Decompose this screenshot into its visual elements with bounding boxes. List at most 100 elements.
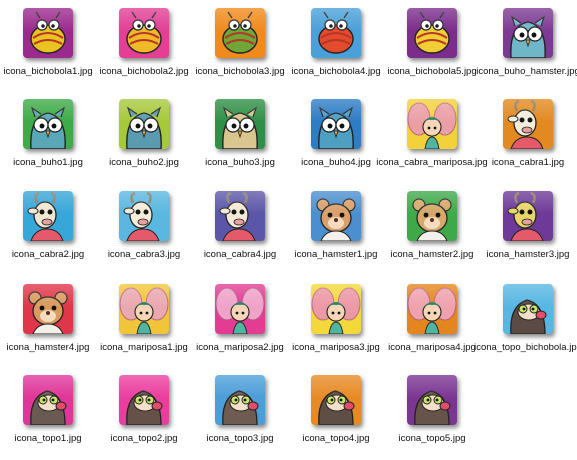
file-thumbnail[interactable] — [311, 284, 361, 334]
owl-thumbnail-icon — [23, 99, 73, 149]
file-thumbnail[interactable] — [119, 191, 169, 241]
mole-thumbnail-icon — [23, 375, 73, 425]
file-thumbnail[interactable] — [407, 191, 457, 241]
file-name-label[interactable]: icona_topo_bichobola.jpg — [474, 342, 577, 353]
file-thumbnail[interactable] — [503, 191, 553, 241]
file-item[interactable]: icona_cabra4.jpg — [192, 183, 288, 273]
file-item[interactable]: icona_cabra3.jpg — [96, 183, 192, 273]
file-name-label[interactable]: icona_bichobola1.jpg — [3, 66, 92, 77]
file-name-label[interactable]: icona_hamster1.jpg — [295, 249, 378, 260]
file-thumbnail[interactable] — [407, 8, 457, 58]
file-item[interactable]: icona_bichobola2.jpg — [96, 0, 192, 90]
file-item[interactable]: icona_topo4.jpg — [288, 367, 384, 457]
mole-bug-thumbnail-icon — [503, 284, 553, 334]
butterfly-fairy-thumbnail-icon — [311, 284, 361, 334]
file-thumbnail[interactable] — [503, 284, 553, 334]
file-thumbnail[interactable] — [23, 8, 73, 58]
owl-hamster-thumbnail-icon — [503, 8, 553, 58]
file-item[interactable]: icona_mariposa4.jpg — [384, 276, 480, 366]
file-item[interactable]: icona_hamster3.jpg — [480, 183, 576, 273]
file-item[interactable]: icona_topo1.jpg — [0, 367, 96, 457]
owl-thumbnail-icon — [311, 99, 361, 149]
butterfly-fairy-thumbnail-icon — [119, 284, 169, 334]
file-name-label[interactable]: icona_bichobola4.jpg — [291, 66, 380, 77]
file-item[interactable]: icona_mariposa2.jpg — [192, 276, 288, 366]
file-name-label[interactable]: icona_mariposa3.jpg — [292, 342, 380, 353]
file-item[interactable]: icona_buho1.jpg — [0, 91, 96, 181]
file-thumbnail[interactable] — [23, 99, 73, 149]
file-thumbnail[interactable] — [311, 375, 361, 425]
mole-thumbnail-icon — [119, 375, 169, 425]
file-thumbnail[interactable] — [215, 284, 265, 334]
file-icon-grid: icona_bichobola1.jpg icona_bichobola2.jp… — [0, 0, 577, 460]
file-name-label[interactable]: icona_cabra2.jpg — [12, 249, 84, 260]
file-item[interactable]: icona_buho_hamster.jpg — [476, 0, 577, 90]
file-item[interactable]: icona_buho4.jpg — [288, 91, 384, 181]
file-thumbnail[interactable] — [503, 8, 553, 58]
file-name-label[interactable]: icona_cabra1.jpg — [492, 157, 564, 168]
file-thumbnail[interactable] — [215, 8, 265, 58]
file-item[interactable]: icona_mariposa3.jpg — [288, 276, 384, 366]
file-thumbnail[interactable] — [119, 375, 169, 425]
file-name-label[interactable]: icona_buho_hamster.jpg — [476, 66, 577, 77]
file-name-label[interactable]: icona_cabra3.jpg — [108, 249, 180, 260]
file-thumbnail[interactable] — [407, 284, 457, 334]
file-thumbnail[interactable] — [311, 8, 361, 58]
file-item[interactable]: icona_bichobola4.jpg — [288, 0, 384, 90]
file-thumbnail[interactable] — [503, 99, 553, 149]
file-item[interactable]: icona_topo5.jpg — [384, 367, 480, 457]
file-name-label[interactable]: icona_mariposa4.jpg — [388, 342, 476, 353]
file-name-label[interactable]: icona_topo2.jpg — [110, 433, 177, 444]
file-thumbnail[interactable] — [23, 284, 73, 334]
file-item[interactable]: icona_cabra1.jpg — [480, 91, 576, 181]
file-name-label[interactable]: icona_buho3.jpg — [205, 157, 275, 168]
file-thumbnail[interactable] — [23, 375, 73, 425]
file-name-label[interactable]: icona_mariposa1.jpg — [100, 342, 188, 353]
file-name-label[interactable]: icona_bichobola2.jpg — [99, 66, 188, 77]
file-thumbnail[interactable] — [119, 99, 169, 149]
file-item[interactable]: icona_topo2.jpg — [96, 367, 192, 457]
file-name-label[interactable]: icona_topo4.jpg — [302, 433, 369, 444]
file-item[interactable]: icona_buho3.jpg — [192, 91, 288, 181]
file-item[interactable]: icona_hamster4.jpg — [0, 276, 96, 366]
file-name-label[interactable]: icona_mariposa2.jpg — [196, 342, 284, 353]
file-thumbnail[interactable] — [407, 375, 457, 425]
file-item[interactable]: icona_bichobola1.jpg — [0, 0, 96, 90]
butterfly-fairy-thumbnail-icon — [215, 284, 265, 334]
file-item[interactable]: icona_topo3.jpg — [192, 367, 288, 457]
file-thumbnail[interactable] — [311, 191, 361, 241]
file-name-label[interactable]: icona_hamster2.jpg — [391, 249, 474, 260]
file-item[interactable]: icona_bichobola3.jpg — [192, 0, 288, 90]
file-name-label[interactable]: icona_buho2.jpg — [109, 157, 179, 168]
bug-thumbnail-icon — [215, 8, 265, 58]
file-thumbnail[interactable] — [215, 375, 265, 425]
file-item[interactable]: icona_topo_bichobola.jpg — [474, 276, 577, 366]
file-name-label[interactable]: icona_cabra_mariposa.jpg — [376, 157, 487, 168]
file-name-label[interactable]: icona_cabra4.jpg — [204, 249, 276, 260]
file-thumbnail[interactable] — [119, 284, 169, 334]
file-item[interactable]: icona_mariposa1.jpg — [96, 276, 192, 366]
file-name-label[interactable]: icona_hamster4.jpg — [7, 342, 90, 353]
file-item[interactable]: icona_cabra_mariposa.jpg — [376, 91, 488, 181]
file-name-label[interactable]: icona_hamster3.jpg — [487, 249, 570, 260]
file-thumbnail[interactable] — [407, 99, 457, 149]
file-name-label[interactable]: icona_buho1.jpg — [13, 157, 83, 168]
file-name-label[interactable]: icona_topo5.jpg — [398, 433, 465, 444]
file-item[interactable]: icona_buho2.jpg — [96, 91, 192, 181]
file-thumbnail[interactable] — [119, 8, 169, 58]
file-name-label[interactable]: icona_bichobola3.jpg — [195, 66, 284, 77]
file-thumbnail[interactable] — [23, 191, 73, 241]
bug-thumbnail-icon — [311, 8, 361, 58]
file-item[interactable]: icona_hamster2.jpg — [384, 183, 480, 273]
file-name-label[interactable]: icona_buho4.jpg — [301, 157, 371, 168]
file-item[interactable]: icona_bichobola5.jpg — [384, 0, 480, 90]
goat-hat-thumbnail-icon — [215, 191, 265, 241]
file-name-label[interactable]: icona_topo1.jpg — [14, 433, 81, 444]
file-thumbnail[interactable] — [215, 191, 265, 241]
file-thumbnail[interactable] — [311, 99, 361, 149]
file-item[interactable]: icona_hamster1.jpg — [288, 183, 384, 273]
file-thumbnail[interactable] — [215, 99, 265, 149]
file-item[interactable]: icona_cabra2.jpg — [0, 183, 96, 273]
file-name-label[interactable]: icona_bichobola5.jpg — [387, 66, 476, 77]
file-name-label[interactable]: icona_topo3.jpg — [206, 433, 273, 444]
